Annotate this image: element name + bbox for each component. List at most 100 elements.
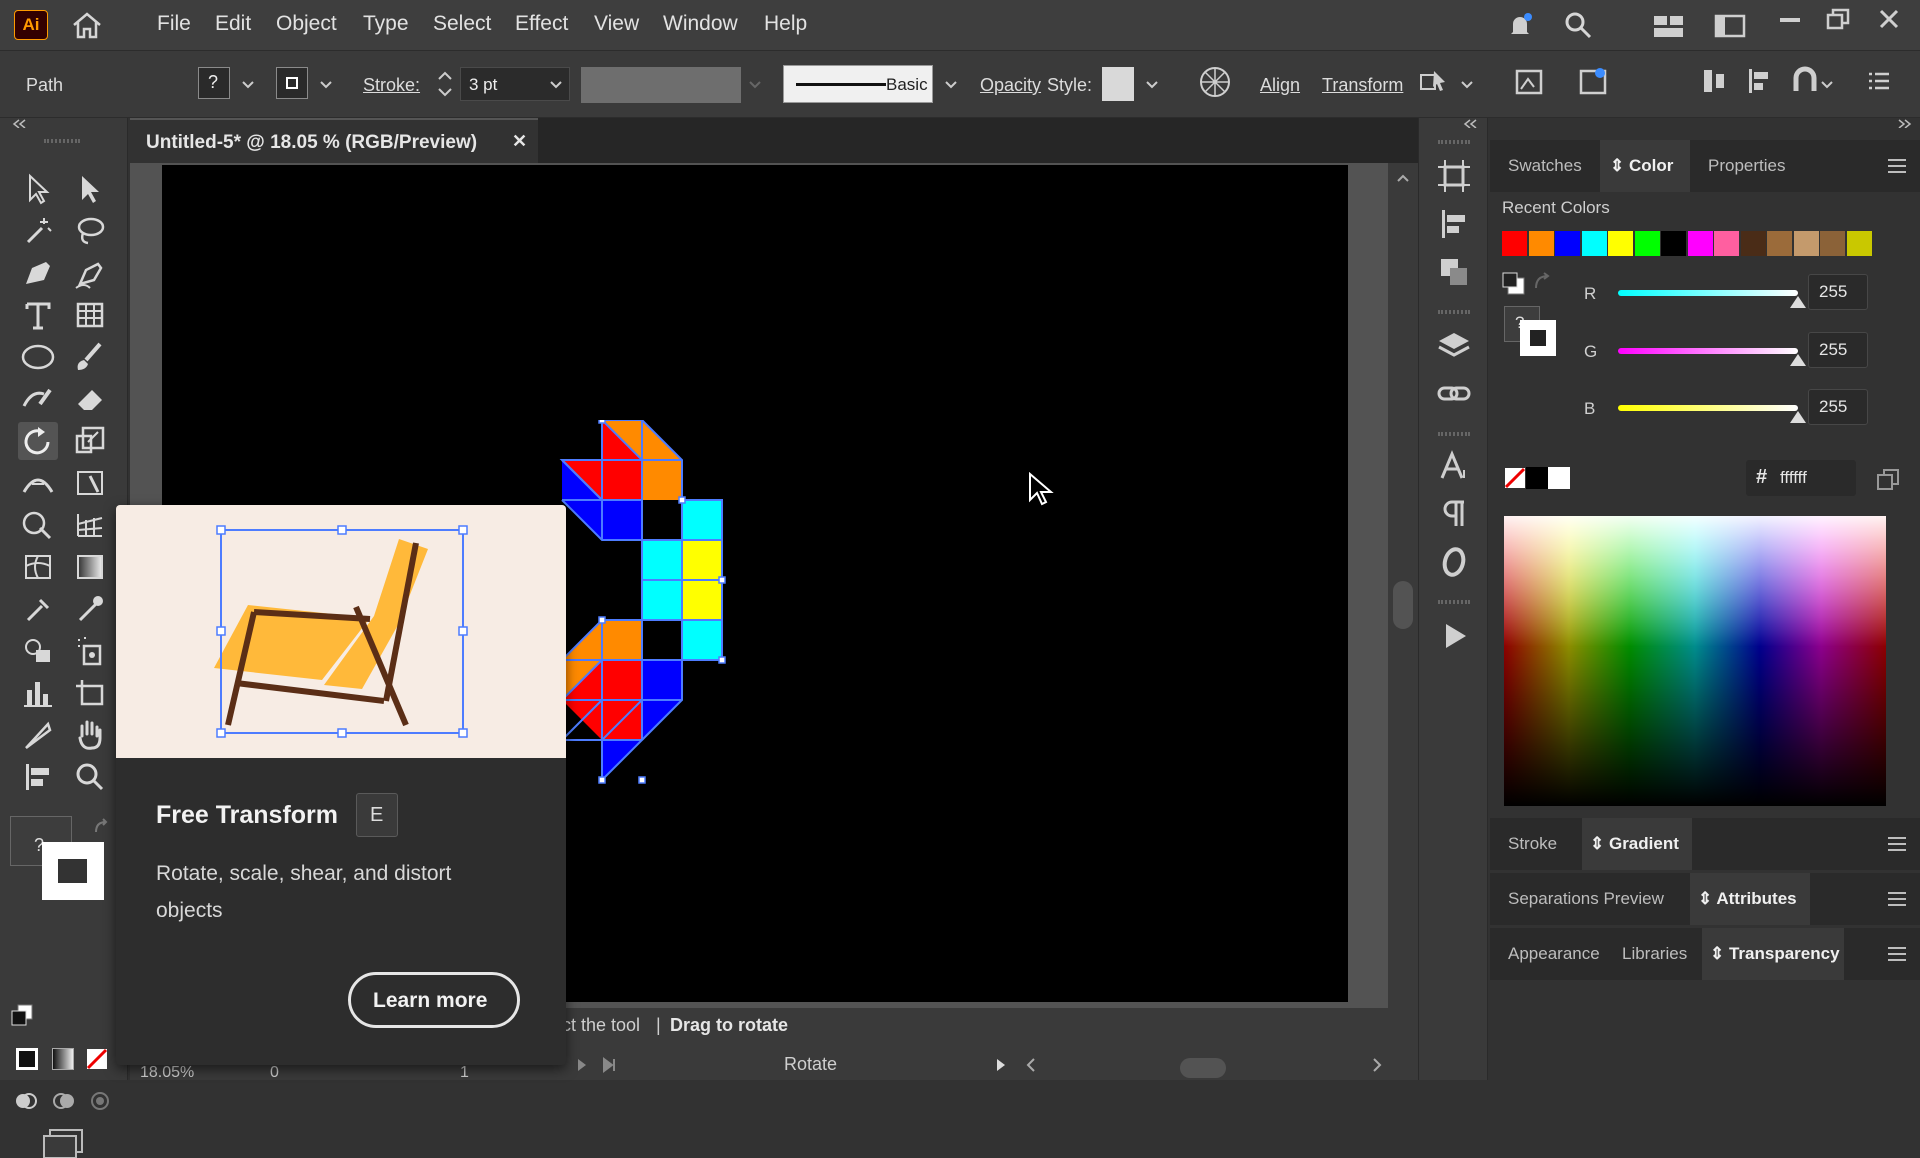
variable-width-profile-dropdown[interactable]: [581, 67, 741, 103]
panel-grip[interactable]: [44, 139, 80, 143]
fill-swatch[interactable]: ?: [198, 67, 230, 99]
collapse-panels-icon[interactable]: [1898, 118, 1912, 128]
restore-icon[interactable]: [1826, 8, 1850, 30]
pen-tool-icon[interactable]: [18, 254, 58, 292]
notifications-bell-icon[interactable]: [1505, 10, 1535, 40]
color-picker-eyedropper-icon[interactable]: [70, 590, 110, 628]
character-panel-icon[interactable]: [1436, 448, 1472, 484]
workspace-switcher-icon[interactable]: [1714, 14, 1746, 38]
links-panel-icon[interactable]: [1436, 376, 1472, 412]
recent-color-swatch[interactable]: [1687, 231, 1713, 256]
panel-menu-icon[interactable]: [1888, 947, 1906, 961]
table-grid-tool-icon[interactable]: [70, 296, 110, 334]
recent-color-swatch[interactable]: [1820, 231, 1845, 256]
stroke-dropdown-chevron-icon[interactable]: [319, 78, 333, 92]
art-tile[interactable]: [602, 660, 642, 700]
recent-color-swatch[interactable]: [1608, 231, 1633, 256]
vertical-scroll-thumb[interactable]: [1393, 581, 1413, 629]
mesh-tool-icon[interactable]: [18, 548, 58, 586]
color-stroke-box[interactable]: [1520, 320, 1556, 356]
stroke-label[interactable]: Stroke:: [363, 75, 420, 96]
artboards-panel-icon[interactable]: [1436, 158, 1472, 194]
isolate-object-icon[interactable]: [1418, 67, 1448, 97]
column-graph-tool-icon[interactable]: [18, 674, 58, 712]
scroll-left-icon[interactable]: [1024, 1056, 1038, 1074]
gradient-tool-icon[interactable]: [70, 548, 110, 586]
symbol-sprayer-tool-icon[interactable]: [70, 632, 110, 670]
learn-more-button[interactable]: Learn more: [348, 972, 520, 1028]
draw-inside-icon[interactable]: [88, 1090, 112, 1112]
lasso-tool-icon[interactable]: [70, 212, 110, 250]
width-tool-icon[interactable]: [18, 464, 58, 502]
puppet-warp-icon[interactable]: [1576, 65, 1610, 99]
search-icon[interactable]: [1563, 10, 1593, 40]
hex-field[interactable]: # ffffff: [1746, 460, 1856, 496]
blend-tool-icon[interactable]: [18, 632, 58, 670]
chevron-down-icon[interactable]: [549, 78, 563, 92]
draw-behind-icon[interactable]: [52, 1090, 76, 1112]
transform-label[interactable]: Transform: [1322, 75, 1403, 96]
art-tile[interactable]: [642, 660, 682, 700]
art-tile[interactable]: [642, 460, 682, 500]
shape-builder-magnet-icon[interactable]: [1790, 65, 1820, 95]
layers-panel-icon[interactable]: [1436, 328, 1472, 364]
rotate-tool-icon[interactable]: [18, 422, 58, 460]
chevron-down-icon[interactable]: [944, 78, 958, 92]
last-artboard-icon[interactable]: [600, 1056, 626, 1074]
menu-effect[interactable]: Effect: [515, 12, 568, 36]
menu-type[interactable]: Type: [363, 12, 409, 36]
color-spectrum[interactable]: [1504, 516, 1886, 806]
black-color-icon[interactable]: [1526, 467, 1548, 489]
art-tile[interactable]: [682, 500, 722, 540]
collapse-panel-icon[interactable]: [12, 118, 26, 128]
menu-edit[interactable]: Edit: [215, 12, 251, 36]
b-slider-thumb[interactable]: [1790, 411, 1806, 423]
art-tile[interactable]: [602, 500, 642, 540]
home-icon[interactable]: [70, 10, 104, 40]
panel-menu-icon[interactable]: [1888, 837, 1906, 851]
scale-tool-icon[interactable]: [70, 422, 110, 460]
slice-knife-tool-icon[interactable]: [18, 716, 58, 754]
shape-builder-tool-icon[interactable]: [18, 506, 58, 544]
g-slider-thumb[interactable]: [1790, 354, 1806, 366]
chevron-down-icon[interactable]: [748, 78, 762, 92]
scroll-right-icon[interactable]: [1370, 1056, 1384, 1074]
color-mode-icon[interactable]: [16, 1048, 38, 1070]
recent-color-swatch[interactable]: [1767, 231, 1792, 256]
tab-gradient[interactable]: ⇕ Gradient: [1590, 834, 1679, 854]
stroke-weight-stepper[interactable]: [436, 69, 454, 99]
copy-hex-icon[interactable]: [1876, 468, 1900, 492]
menu-window[interactable]: Window: [663, 12, 738, 36]
document-tab[interactable]: Untitled-5* @ 18.05 % (RGB/Preview) ✕: [130, 118, 538, 163]
artboard-tool-icon[interactable]: [70, 674, 110, 712]
recent-color-swatch[interactable]: [1714, 231, 1739, 256]
fill-stroke-proxy-icon[interactable]: [1502, 272, 1528, 298]
recent-color-swatch[interactable]: [1581, 231, 1607, 256]
minimize-icon[interactable]: [1780, 18, 1800, 22]
type-tool-icon[interactable]: [18, 296, 58, 334]
dock-grip[interactable]: [1438, 140, 1470, 144]
free-transform-tool-icon[interactable]: [70, 464, 110, 502]
dock-grip[interactable]: [1438, 432, 1470, 436]
align-tool-icon[interactable]: [18, 758, 58, 796]
tab-appearance[interactable]: Appearance: [1508, 944, 1600, 964]
align-left-icon[interactable]: [1746, 67, 1774, 95]
dock-grip[interactable]: [1438, 600, 1470, 604]
image-trace-icon[interactable]: [1512, 65, 1546, 99]
brush-definition-dropdown[interactable]: Basic: [783, 65, 933, 103]
recent-color-swatch[interactable]: [1634, 231, 1660, 256]
eraser-tool-icon[interactable]: [70, 380, 110, 418]
zoom-tool-icon[interactable]: [70, 758, 110, 796]
recent-color-swatch[interactable]: [1846, 231, 1872, 256]
close-window-icon[interactable]: [1878, 8, 1900, 30]
r-value-field[interactable]: 255: [1808, 274, 1868, 310]
collapse-dock-icon[interactable]: [1463, 118, 1477, 128]
artboard-number[interactable]: 1: [460, 1064, 469, 1082]
artwork-pixel-shape[interactable]: [552, 420, 782, 825]
selection-tool-icon[interactable]: [18, 170, 58, 208]
graphic-style-swatch[interactable]: [1102, 67, 1134, 101]
chevron-down-icon[interactable]: [1145, 78, 1159, 92]
actions-play-icon[interactable]: [1436, 618, 1472, 654]
none-mode-icon[interactable]: [86, 1048, 108, 1070]
stroke-indicator[interactable]: [42, 842, 104, 900]
